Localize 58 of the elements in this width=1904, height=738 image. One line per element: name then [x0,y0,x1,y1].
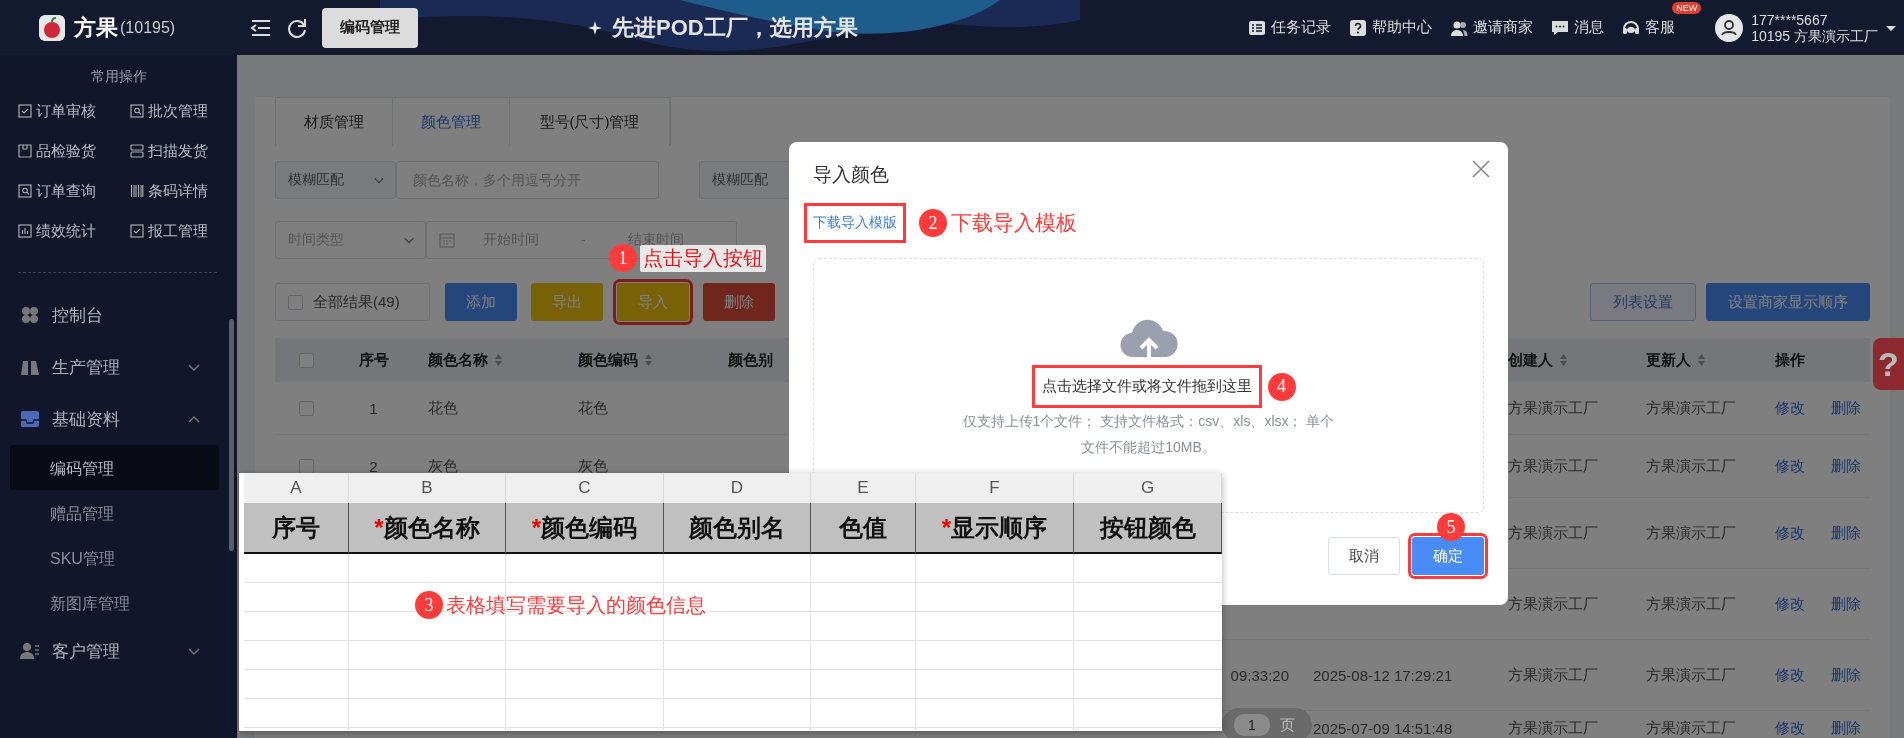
logo-text: 方果 [74,13,118,42]
table-cell: 方果演示工厂 [1646,523,1736,543]
column-header: 创建人 [1508,350,1553,370]
user-phone: 177****5667 [1751,11,1829,28]
column-header: 颜色别 [728,350,773,370]
column-header: 颜色名称 [428,350,488,370]
step-number-badge: 5 [1437,513,1465,541]
column-letter: B [349,473,506,503]
table-cell: 方果演示工厂 [1508,398,1598,418]
new-badge: NEW [1672,2,1702,14]
sheet-header-cell: 颜色别名 [664,503,811,554]
table-cell: 花色 [428,398,458,418]
table-cell: 方果演示工厂 [1646,594,1736,614]
table-cell: 方果演示工厂 [1508,594,1598,614]
table-cell: 方果演示工厂 [1508,456,1598,476]
column-header: 序号 [358,350,389,370]
sheet-header-cell: *颜色名称 [349,503,506,554]
table-cell: 2 [369,457,378,475]
column-letter: E [811,473,916,503]
user-org: 10195 方果演示工厂 [1751,27,1878,44]
column-letter: F [916,473,1074,503]
column-letter: G [1074,473,1222,503]
table-cell: 方果演示工厂 [1646,718,1736,738]
table-cell: 09:33:20 [1230,666,1289,684]
table-cell: 方果演示工厂 [1646,665,1736,685]
column-header: 操作 [1775,350,1805,370]
table-cell: 2025-08-12 17:29:21 [1313,666,1453,684]
sheet-header-cell: 色值 [811,503,916,554]
sheet-header-cell: 按钮颜色 [1074,503,1222,554]
section-title: 常用操作 [89,67,148,86]
upload-hint: 仅支持上传1个文件； 支持文件格式：csv、xls、xlsx； 单个文件不能超过10MB。 [961,412,1336,457]
slogan: 先进POD工厂，选用方果 [612,13,858,42]
table-cell: 方果演示工厂 [1508,665,1598,685]
column-header: 更新人 [1646,350,1691,370]
column-letter: A [244,473,349,503]
step-number-badge: 4 [1267,372,1296,401]
table-cell: 花色 [578,398,608,418]
column-letter: C [506,473,664,503]
table-cell: 灰色 [428,456,458,476]
table-cell: 1 [369,399,378,417]
page-suffix: 页 [1280,715,1295,735]
annotation-text: 表格填写需要导入的颜色信息 [446,592,706,618]
column-letter: D [664,473,811,503]
org-id: (10195) [120,18,176,37]
table-cell: 方果演示工厂 [1508,718,1598,738]
step-number-badge: 2 [919,209,947,237]
table-cell: 方果演示工厂 [1646,456,1736,476]
table-cell: 2025-07-09 14:51:48 [1313,719,1453,737]
annotation-text: 下载导入模板 [951,210,1077,236]
table-cell: 方果演示工厂 [1508,523,1598,543]
sheet-header-cell: *显示顺序 [916,503,1074,554]
column-header: 颜色编码 [578,350,638,370]
sheet-header-cell: *颜色编码 [506,503,664,554]
table-cell: 方果演示工厂 [1646,398,1736,418]
table-cell: 灰色 [578,456,608,476]
step-number-badge: 3 [415,591,443,619]
sheet-header-cell: 序号 [244,503,349,554]
annotation-text: 点击导入按钮 [640,244,766,272]
